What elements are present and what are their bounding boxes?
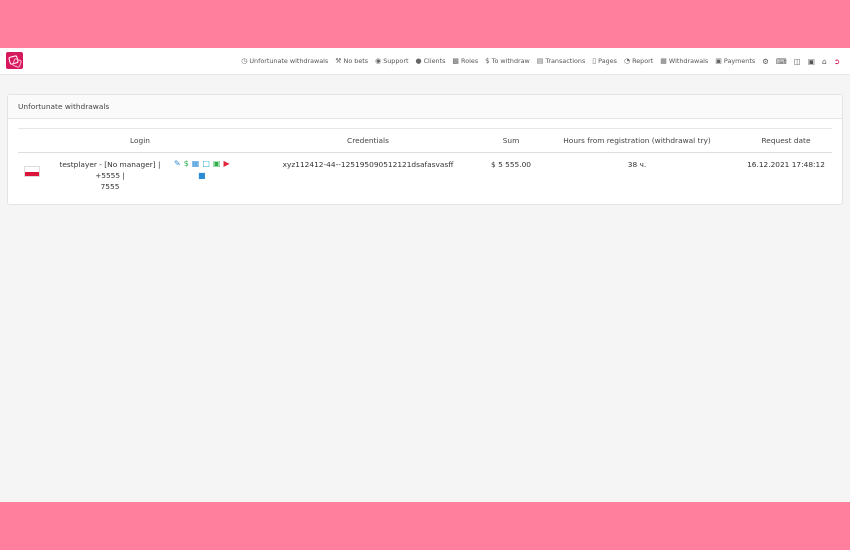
nav-withdrawals[interactable]: ▦ Withdrawals [660,57,708,65]
nav-label: Withdrawals [668,57,709,65]
brand-logo[interactable] [6,52,23,69]
unfortunate-withdrawals-panel: Unfortunate withdrawals Login Credential… [7,94,843,205]
nav-label: Roles [461,57,479,65]
credentials-cell: xyz112412-44--125195090512121dsafasvasff [282,160,454,169]
gear-icon[interactable]: ⚙ [762,57,769,66]
pie-chart-icon: ◔ [623,57,631,65]
nav-roles[interactable]: ▩ Roles [452,57,478,65]
edit-icon[interactable]: ✎ [174,159,181,168]
nav-label: Payments [723,57,756,65]
login-cell: testplayer - [No manager] | +5555 | 7555 [48,159,172,192]
header-hours: Hours from registration (withdrawal try) [563,136,711,145]
money-icon[interactable]: ▣ [213,159,221,168]
nav-label: Report [632,57,654,65]
top-banner [0,0,850,48]
chat-icon[interactable]: □ [202,159,210,168]
nav-support[interactable]: ◉ Support [375,57,408,65]
nav-payments[interactable]: ▣ Payments [715,57,755,65]
nav-no-bets[interactable]: ⚒ No bets [335,57,368,65]
image-icon[interactable]: ▣ [808,57,815,66]
nav-label: Clients [423,57,446,65]
logout-icon[interactable]: ➲ [834,57,840,66]
nav-label: Transactions [545,57,586,65]
nav-pages[interactable]: ▯ Pages [592,57,617,65]
row-actions: ✎ $ ▦ □ ▣ ▶ ■ [174,159,238,180]
users-icon: ▩ [452,57,460,65]
list-icon: ▤ [536,57,544,65]
header-login: Login [130,136,150,145]
nav-label: Pages [598,57,617,65]
nav-label: Unfortunate withdrawals [249,57,329,65]
dollar-icon[interactable]: $ [184,159,189,168]
login-text-cont: 7555 [100,182,120,191]
withdrawals-table: Login Credentials Sum Hours from registr… [18,128,832,203]
nav-to-withdraw[interactable]: $ To withdraw [485,57,530,65]
file-icon: ▯ [592,57,597,65]
nav-clients[interactable]: ● Clients [415,57,445,65]
hours-cell: 38 ч. [627,160,647,169]
nav-transactions[interactable]: ▤ Transactions [537,57,586,65]
video-icon[interactable]: ▶ [223,159,229,168]
home-icon[interactable]: ⌂ [822,57,827,66]
nav-report[interactable]: ◔ Report [624,57,653,65]
header-credentials: Credentials [347,136,389,145]
money-icon: ▣ [715,57,722,65]
bottom-banner [0,502,850,550]
user-icon: ● [415,57,422,65]
request-date-cell: 16.12.2021 17:48:12 [747,160,825,169]
sum-cell: $ 5 555.00 [491,160,531,169]
unlock-icon[interactable]: ■ [198,171,206,180]
ticket-icon[interactable]: ◫ [794,57,801,66]
main-nav: ◷ Unfortunate withdrawals ⚒ No bets ◉ Su… [241,48,840,74]
header-request-date: Request date [761,136,811,145]
nav-label: To withdraw [491,57,530,65]
calendar-icon[interactable]: ▦ [192,159,200,168]
navbar: ◷ Unfortunate withdrawals ⚒ No bets ◉ Su… [0,48,850,75]
clock-icon: ◷ [241,57,248,65]
login-text[interactable]: testplayer - [No manager] | +5555 | [48,159,172,181]
keyboard-icon[interactable]: ⌨ [776,57,787,66]
header-sum: Sum [502,136,520,145]
wrench-icon: ⚒ [335,57,342,65]
nav-label: Support [383,57,409,65]
table-row: testplayer - [No manager] | +5555 | 7555… [18,153,832,203]
panel-title: Unfortunate withdrawals [8,95,842,119]
table-header: Login Credentials Sum Hours from registr… [18,128,832,153]
nav-label: No bets [343,57,369,65]
wallet-icon: ▦ [660,57,667,65]
poland-flag-icon [24,166,40,177]
dollar-icon: $ [485,57,490,65]
lifebuoy-icon: ◉ [375,57,382,65]
nav-unfortunate-withdrawals[interactable]: ◷ Unfortunate withdrawals [241,57,328,65]
